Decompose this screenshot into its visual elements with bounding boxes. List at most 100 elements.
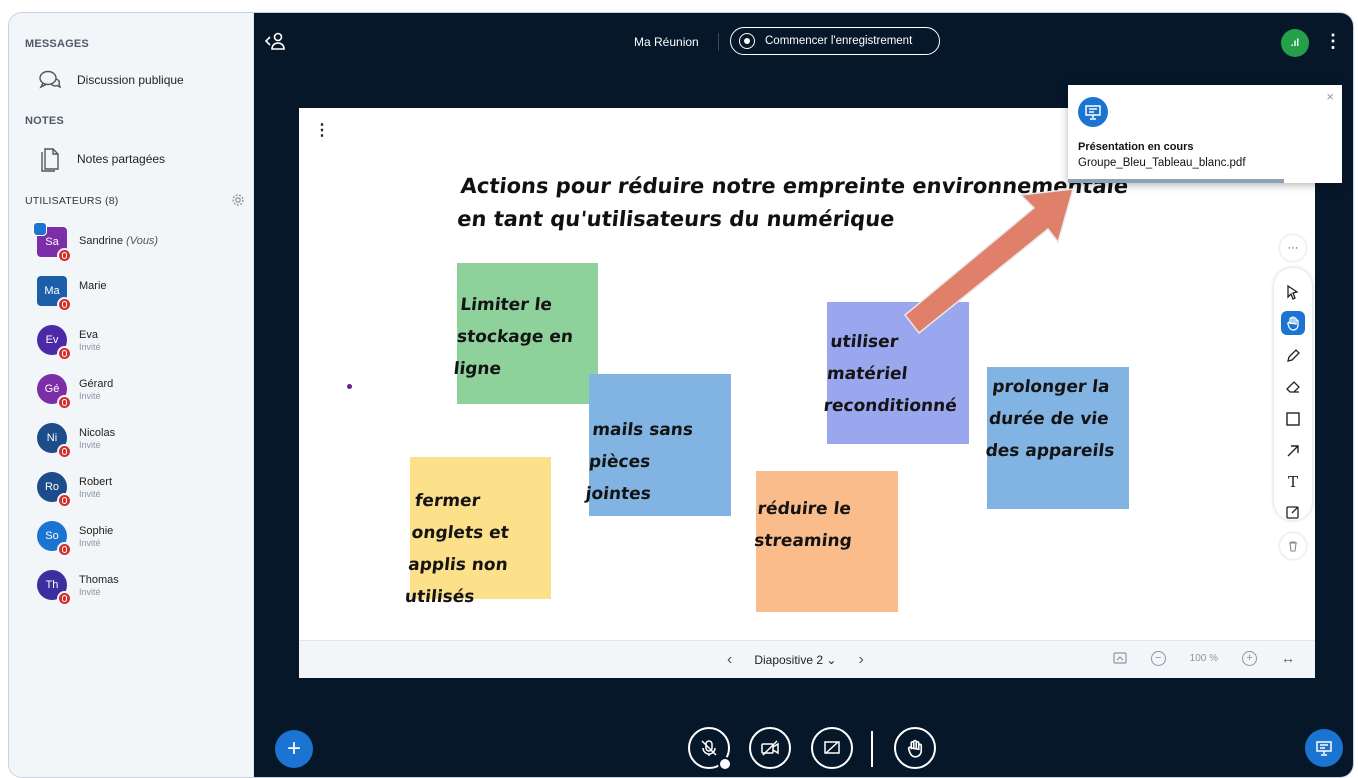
close-icon[interactable]: × xyxy=(1326,89,1334,104)
start-recording-button[interactable]: Commencer l'enregistrement xyxy=(730,27,940,55)
user-name-line: Gérard xyxy=(79,378,113,390)
slide-menu-icon[interactable]: ⋮ xyxy=(314,120,330,140)
user-list-item[interactable]: Ni Nicolas Invité xyxy=(37,423,115,459)
user-name: Sophie xyxy=(79,525,114,537)
screenshare-off-button[interactable] xyxy=(811,727,853,769)
text-tool-icon[interactable]: T xyxy=(1281,470,1305,494)
avatar-initials: Gé xyxy=(44,383,60,395)
user-info: Marie xyxy=(79,276,107,293)
avatar: So xyxy=(37,521,72,557)
rectangle-tool-icon[interactable] xyxy=(1281,407,1305,431)
avatar: Gé xyxy=(37,374,72,410)
avatar-initials: So xyxy=(45,530,59,542)
user-name-line: Robert xyxy=(79,476,112,488)
zoom-out-icon[interactable]: − xyxy=(1150,650,1166,666)
note-tool-icon[interactable] xyxy=(1281,500,1305,524)
avatar-initials: Sa xyxy=(45,236,59,248)
avatar-initials: Ro xyxy=(44,481,60,493)
chat-bubbles-icon xyxy=(39,70,62,89)
user-role: Invité xyxy=(79,342,101,352)
avatar-initials: Ma xyxy=(44,285,60,297)
avatar: Th xyxy=(37,570,72,606)
user-name-line: Marie xyxy=(79,280,107,292)
user-list-item[interactable]: Ro Robert Invité xyxy=(37,472,112,508)
sticky-note-text: réduire le streaming xyxy=(753,499,853,551)
unmute-microphone-button[interactable] xyxy=(688,727,732,771)
user-info: Eva Invité xyxy=(79,325,101,352)
camera-off-button[interactable] xyxy=(749,727,791,769)
avatar: Ni xyxy=(37,423,72,459)
user-name-line: Thomas xyxy=(79,574,119,586)
user-list-item[interactable]: Gé Gérard Invité xyxy=(37,374,113,410)
user-name: Gérard xyxy=(79,378,114,390)
zoom-level: 100 % xyxy=(1189,652,1218,664)
camera-off-icon xyxy=(761,740,779,756)
arrow-tool-icon[interactable] xyxy=(1281,439,1305,463)
user-name-line: Sophie xyxy=(79,525,113,537)
presentation-icon xyxy=(1316,741,1332,756)
topbar: Ma Réunion Commencer l'enregistrement .ı… xyxy=(254,13,1353,67)
user-list-item[interactable]: Ma Marie xyxy=(37,276,107,312)
fit-width-icon[interactable]: ↔ xyxy=(1281,650,1295,666)
user-suffix: (Vous) xyxy=(126,235,159,247)
sticky-note-text: utiliser matériel reconditionné xyxy=(822,332,958,416)
user-name: Eva xyxy=(79,329,98,341)
user-role: Invité xyxy=(79,489,101,499)
select-tool-icon[interactable] xyxy=(1281,280,1305,304)
pencil-tool-icon[interactable] xyxy=(1281,344,1305,368)
next-slide-icon[interactable]: › xyxy=(858,651,863,669)
sticky-note-text: prolonger la durée de vie des appareils xyxy=(984,377,1116,461)
user-name-line: Eva xyxy=(79,329,101,341)
zoom-in-icon[interactable]: + xyxy=(1242,650,1257,666)
muted-icon xyxy=(57,444,72,459)
raise-hand-button[interactable] xyxy=(894,727,936,769)
cursor-dot xyxy=(347,384,352,389)
messages-section-title: MESSAGES xyxy=(25,38,89,50)
user-list-item[interactable]: So Sophie Invité xyxy=(37,521,113,557)
user-list-item[interactable]: Sa Sandrine (Vous) xyxy=(33,222,159,263)
toggle-userlist-icon[interactable] xyxy=(264,31,286,51)
muted-icon xyxy=(57,542,72,557)
sticky-note: prolonger la durée de vie des appareils xyxy=(984,367,1129,509)
shared-notes-item[interactable]: Notes partagées xyxy=(37,146,165,172)
eraser-tool-icon[interactable] xyxy=(1281,375,1305,399)
mic-settings-dot[interactable] xyxy=(718,757,732,771)
user-list-item[interactable]: Th Thomas Invité xyxy=(37,570,119,606)
public-chat-item[interactable]: Discussion publique xyxy=(37,67,184,93)
sticky-note: mails sans pièces jointes xyxy=(585,374,731,516)
document-icon xyxy=(41,148,59,172)
hand-tool-icon[interactable] xyxy=(1281,311,1305,335)
title-separator xyxy=(718,33,719,51)
options-menu-icon[interactable]: ⋮ xyxy=(1324,31,1342,53)
notification-title: Présentation en cours xyxy=(1078,141,1194,153)
more-tools-icon[interactable]: ··· xyxy=(1280,235,1306,261)
presenter-badge-icon xyxy=(33,222,47,236)
gear-icon[interactable] xyxy=(231,193,245,207)
user-role: Invité xyxy=(79,391,101,401)
slide-title: Actions pour réduire notre empreinte env… xyxy=(456,174,1130,231)
slide-navigation: ‹ Diapositive 2 ⌄ › xyxy=(727,651,864,669)
sidebar: MESSAGES Discussion publique NOTES Notes… xyxy=(9,13,254,777)
previous-slide-icon[interactable]: ‹ xyxy=(727,651,732,669)
minimize-icon[interactable] xyxy=(1113,652,1127,664)
avatar: Ro xyxy=(37,472,72,508)
connection-text: .ıl xyxy=(1290,37,1300,49)
whiteboard-toolbar: T xyxy=(1274,268,1312,520)
user-list-item[interactable]: Ev Eva Invité xyxy=(37,325,101,361)
app-window: MESSAGES Discussion publique NOTES Notes… xyxy=(8,12,1354,778)
muted-icon xyxy=(57,346,72,361)
actions-plus-button[interactable]: + xyxy=(275,730,313,768)
slide-controls-bar: ‹ Diapositive 2 ⌄ › − 100 % + ↔ xyxy=(299,640,1315,678)
chevron-down-icon: ⌄ xyxy=(826,653,837,667)
muted-icon xyxy=(57,297,72,312)
user-name: Nicolas xyxy=(79,427,116,439)
trash-icon[interactable] xyxy=(1280,533,1306,559)
slide-selector[interactable]: Diapositive 2 ⌄ xyxy=(754,653,836,667)
signal-bars-icon[interactable]: .ıl xyxy=(1281,29,1309,57)
presentation-toggle-button[interactable] xyxy=(1305,729,1343,767)
user-info: Robert Invité xyxy=(79,472,112,499)
screenshare-off-icon xyxy=(824,741,840,754)
record-label: Commencer l'enregistrement xyxy=(765,35,913,47)
sticky-note: fermer onglets et applis non utilisés xyxy=(404,457,551,607)
user-info: Nicolas Invité xyxy=(79,423,115,450)
